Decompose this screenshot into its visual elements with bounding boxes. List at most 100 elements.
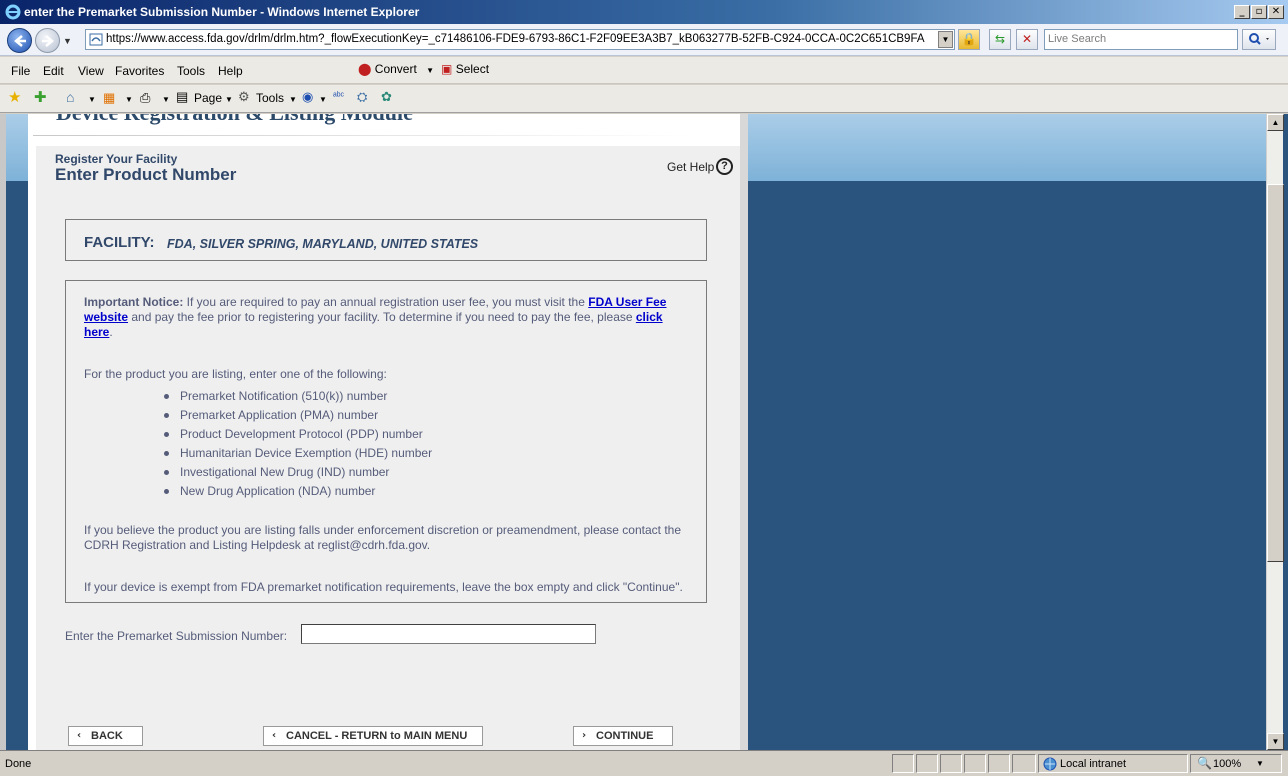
feeds-icon[interactable]: ▦ bbox=[103, 90, 115, 106]
search-button[interactable] bbox=[1242, 29, 1276, 50]
url-text: https://www.access.fda.gov/drlm/drlm.htm… bbox=[106, 33, 925, 45]
cancel-button-label: CANCEL - RETURN to MAIN MENU bbox=[286, 730, 468, 742]
research-icon[interactable]: ⛭ bbox=[357, 89, 367, 105]
tools-menu[interactable]: Tools bbox=[256, 91, 284, 105]
menu-file[interactable]: File bbox=[11, 64, 30, 78]
minimize-button[interactable]: _ bbox=[1234, 5, 1250, 19]
menu-tools[interactable]: Tools bbox=[177, 64, 205, 78]
chevron-down-icon[interactable]: ▼ bbox=[319, 95, 327, 104]
help-circle-icon[interactable]: ◉ bbox=[302, 89, 313, 105]
list-item: New Drug Application (NDA) number bbox=[180, 484, 376, 498]
command-bar: ★ ✚ ⌂ ▼ ▦ ▼ ⎙ ▼ ▤ Page ▼ ⚙ Tools ▼ ◉ ▼ ᵃ… bbox=[0, 85, 1288, 113]
convert-icon: ⬤ bbox=[358, 62, 372, 76]
breadcrumb: Register Your Facility bbox=[55, 152, 178, 166]
options-intro: For the product you are listing, enter o… bbox=[84, 367, 387, 381]
menu-view[interactable]: View bbox=[78, 64, 104, 78]
bullet-icon bbox=[164, 489, 169, 494]
print-icon[interactable]: ⎙ bbox=[140, 90, 150, 106]
page-menu[interactable]: Page bbox=[194, 91, 222, 105]
chevron-left-icon: ‹ bbox=[77, 730, 82, 741]
forward-arrow-icon bbox=[42, 35, 54, 47]
status-text: Done bbox=[5, 758, 32, 770]
back-button-label: BACK bbox=[91, 730, 123, 742]
window-title: enter the Premarket Submission Number - … bbox=[24, 5, 420, 19]
home-icon[interactable]: ⌂ bbox=[66, 89, 74, 105]
bullet-icon bbox=[164, 470, 169, 475]
status-pane bbox=[1012, 754, 1036, 773]
list-item: Premarket Application (PMA) number bbox=[180, 408, 379, 422]
scroll-up-button[interactable]: ▲ bbox=[1267, 114, 1284, 131]
menu-edit[interactable]: Edit bbox=[43, 64, 64, 78]
zoom-level[interactable]: 100% bbox=[1213, 758, 1241, 770]
close-window-button[interactable]: ✕ bbox=[1268, 5, 1284, 19]
internet-explorer-icon bbox=[5, 4, 21, 20]
stop-icon[interactable]: ✕ bbox=[1016, 29, 1038, 50]
scroll-thumb[interactable] bbox=[1267, 184, 1284, 562]
search-input[interactable]: Live Search bbox=[1044, 29, 1238, 50]
back-arrow-icon bbox=[14, 35, 26, 47]
address-dropdown[interactable]: ▼ bbox=[938, 31, 953, 48]
chevron-down-icon[interactable]: ▼ bbox=[88, 95, 96, 104]
chevron-down-icon[interactable]: ▼ bbox=[1256, 759, 1264, 768]
list-item: Investigational New Drug (IND) number bbox=[180, 465, 390, 479]
status-bar: Done Local intranet 🔍 100% ▼ bbox=[0, 750, 1288, 776]
menu-favorites[interactable]: Favorites bbox=[115, 64, 164, 78]
list-item: Product Development Protocol (PDP) numbe… bbox=[180, 427, 423, 441]
cancel-return-button[interactable]: ‹ CANCEL - RETURN to MAIN MENU bbox=[263, 726, 483, 746]
magnifier-icon bbox=[1249, 33, 1269, 45]
background-band bbox=[6, 181, 28, 750]
menu-help[interactable]: Help bbox=[218, 64, 243, 78]
messenger-icon[interactable]: ✿ bbox=[381, 89, 392, 105]
add-favorite-icon[interactable]: ✚ bbox=[34, 88, 47, 106]
notice-text: and pay the fee prior to registering you… bbox=[128, 310, 636, 324]
zoom-icon: 🔍 bbox=[1197, 756, 1212, 770]
page-icon: ▤ bbox=[176, 89, 189, 104]
browser-forward-button[interactable] bbox=[35, 28, 60, 53]
security-zone-text: Local intranet bbox=[1060, 758, 1127, 770]
maximize-button[interactable]: ▫ bbox=[1251, 5, 1267, 19]
click-here-link[interactable]: click bbox=[636, 310, 663, 324]
help-icon[interactable]: ? bbox=[716, 158, 733, 175]
continue-button[interactable]: › CONTINUE bbox=[573, 726, 673, 746]
recent-pages-dropdown[interactable]: ▼ bbox=[63, 36, 73, 46]
page-icon bbox=[89, 33, 103, 46]
status-pane bbox=[916, 754, 938, 773]
user-fee-link[interactable]: website bbox=[84, 310, 128, 324]
page-title: Enter Product Number bbox=[55, 165, 237, 184]
address-bar[interactable]: https://www.access.fda.gov/drlm/drlm.htm… bbox=[85, 29, 955, 50]
select-label: Select bbox=[455, 62, 490, 76]
browser-back-button[interactable] bbox=[7, 28, 32, 53]
click-here-link[interactable]: here bbox=[84, 325, 109, 339]
exempt-text: If your device is exempt from FDA premar… bbox=[84, 580, 683, 594]
list-item: Premarket Notification (510(k)) number bbox=[180, 389, 388, 403]
back-button[interactable]: ‹ BACK bbox=[68, 726, 143, 746]
globe-icon bbox=[1043, 757, 1057, 771]
status-pane bbox=[892, 754, 914, 773]
convert-button[interactable]: ⬤ Convert ▼ bbox=[358, 62, 434, 76]
notice-line: Important Notice: If you are required to… bbox=[84, 295, 666, 309]
page-content: Device Registration & Listing Module Reg… bbox=[28, 114, 748, 750]
scroll-down-button[interactable]: ▼ bbox=[1267, 733, 1284, 750]
chevron-down-icon[interactable]: ▼ bbox=[125, 95, 133, 104]
bullet-icon bbox=[164, 432, 169, 437]
gear-icon: ⚙ bbox=[238, 89, 250, 104]
status-pane bbox=[964, 754, 986, 773]
facility-value: FDA, SILVER SPRING, MARYLAND, UNITED STA… bbox=[167, 237, 479, 251]
get-help-link[interactable]: Get Help bbox=[667, 160, 714, 174]
enforcement-text: CDRH Registration and Listing Helpdesk a… bbox=[84, 538, 431, 552]
vertical-scrollbar[interactable]: ▲ ▼ bbox=[1266, 114, 1284, 750]
select-button[interactable]: ▣ Select bbox=[441, 62, 489, 76]
favorites-star-icon[interactable]: ★ bbox=[8, 88, 21, 106]
spell-check-icon[interactable]: ᵃᵇᶜ bbox=[333, 91, 344, 102]
site-header: Device Registration & Listing Module bbox=[56, 114, 413, 126]
user-fee-link[interactable]: FDA User Fee bbox=[588, 295, 666, 309]
chevron-down-icon[interactable]: ▼ bbox=[162, 95, 170, 104]
form-panel: Register Your Facility Enter Product Num… bbox=[36, 146, 740, 750]
convert-label: Convert bbox=[374, 62, 417, 76]
submission-number-input[interactable] bbox=[301, 624, 596, 644]
bullet-icon bbox=[164, 394, 169, 399]
status-pane bbox=[940, 754, 962, 773]
refresh-icon[interactable]: ⇆ bbox=[989, 29, 1011, 50]
lock-icon[interactable]: 🔒 bbox=[958, 29, 980, 50]
bullet-icon bbox=[164, 413, 169, 418]
